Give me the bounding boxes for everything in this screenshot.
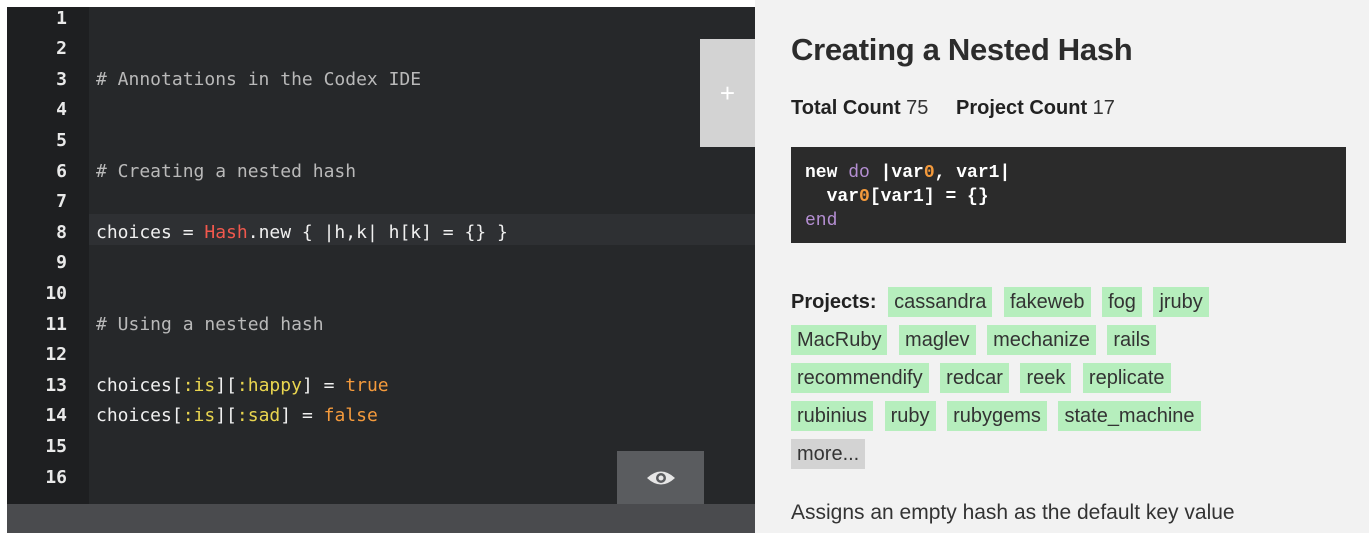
total-count-label: Total Count <box>791 97 901 119</box>
project-tag[interactable]: MacRuby <box>791 325 888 355</box>
line-number: 3 <box>56 69 67 90</box>
toggle-annotations-button[interactable] <box>617 451 704 504</box>
project-tag[interactable]: fakeweb <box>1004 287 1091 317</box>
code-token: ][ <box>215 405 237 426</box>
code-token-symbol: :happy <box>236 375 302 396</box>
code-comment[interactable]: # Annotations in the Codex IDE <box>96 65 421 95</box>
project-tag[interactable]: reek <box>1020 363 1072 393</box>
project-tag[interactable]: fog <box>1102 287 1142 317</box>
snippet-token: new <box>805 163 849 183</box>
project-tag[interactable]: rubygems <box>947 401 1047 431</box>
code-line-8[interactable]: choices = Hash.new { |h,k| h[k] = {} } <box>96 218 508 248</box>
editor-status-bar <box>7 504 755 533</box>
line-number: 15 <box>45 436 67 457</box>
more-projects-button[interactable]: more... <box>791 439 866 469</box>
line-number: 10 <box>45 283 67 304</box>
project-tag[interactable]: redcar <box>940 363 1009 393</box>
projects-label: Projects: <box>791 291 877 313</box>
plus-icon: + <box>719 77 736 108</box>
project-tag[interactable]: mechanize <box>987 325 1096 355</box>
code-token: .new { |h,k| h[k] = {} } <box>247 222 508 243</box>
line-number: 4 <box>56 99 67 120</box>
code-editor[interactable]: 1 2 3 4 5 6 7 8 9 10 11 12 13 14 15 16 #… <box>0 0 755 533</box>
line-number: 12 <box>45 344 67 365</box>
line-number: 7 <box>56 191 67 212</box>
project-tag[interactable]: maglev <box>899 325 976 355</box>
project-tag[interactable]: state_machine <box>1058 401 1201 431</box>
project-tag[interactable]: rails <box>1107 325 1157 355</box>
project-count-label: Project Count <box>955 97 1088 119</box>
line-number: 5 <box>56 130 67 151</box>
snippet-number: 0 <box>859 187 870 207</box>
projects-list: Projects: cassandra fakeweb fog jruby Ma… <box>791 283 1351 473</box>
code-token: ][ <box>215 375 237 396</box>
snippet-keyword: end <box>805 211 838 231</box>
total-count-value: 75 <box>906 97 929 119</box>
project-tag[interactable]: rubinius <box>791 401 874 431</box>
code-token: choices[ <box>96 405 183 426</box>
code-comment[interactable]: # Creating a nested hash <box>96 157 356 187</box>
code-token-symbol: :sad <box>236 405 281 426</box>
code-line-13[interactable]: choices[:is][:happy] = true <box>96 371 389 401</box>
code-token-boolean: true <box>345 375 389 396</box>
snippet-token: |var <box>869 163 924 183</box>
line-number: 8 <box>56 222 67 243</box>
code-token-boolean: false <box>323 405 378 426</box>
line-number: 2 <box>56 38 67 59</box>
project-tag[interactable]: jruby <box>1153 287 1209 317</box>
panel-title: Creating a Nested Hash <box>791 32 1133 67</box>
annotation-panel: Creating a Nested Hash Total Count 75 Pr… <box>755 0 1369 533</box>
line-number: 16 <box>45 467 67 488</box>
line-number: 6 <box>56 161 67 182</box>
snippet-token: [var1] = {} <box>869 187 989 207</box>
code-comment[interactable]: # Using a nested hash <box>96 310 324 340</box>
code-token: ] = <box>301 375 346 396</box>
line-number: 9 <box>56 252 67 273</box>
code-token-symbol: :is <box>182 405 216 426</box>
snippet-token: var <box>805 187 860 207</box>
eye-icon <box>646 471 675 484</box>
line-number: 13 <box>45 375 67 396</box>
project-count-value: 17 <box>1092 97 1115 119</box>
snippet-number: 0 <box>923 163 935 183</box>
annotation-description: Assigns an empty hash as the default key… <box>791 501 1235 524</box>
project-tag[interactable]: replicate <box>1082 363 1171 393</box>
code-token: ] = <box>280 405 324 426</box>
line-number: 14 <box>45 405 67 426</box>
line-number: 11 <box>45 314 67 335</box>
add-annotation-button[interactable]: + <box>700 39 755 147</box>
line-number: 1 <box>56 8 67 29</box>
project-tag[interactable]: recommendify <box>791 363 929 393</box>
code-snippet: new do |var0, var1| var0[var1] = {} end <box>791 147 1346 243</box>
counts-row: Total Count 75 Project Count 17 <box>791 97 1137 120</box>
code-token-symbol: :is <box>182 375 216 396</box>
snippet-keyword: do <box>848 163 870 183</box>
code-line-14[interactable]: choices[:is][:sad] = false <box>96 401 378 431</box>
project-tag[interactable]: ruby <box>884 401 936 431</box>
snippet-token: , var1| <box>934 163 1011 183</box>
project-tag[interactable]: cassandra <box>888 287 993 317</box>
code-token: choices = <box>96 222 205 243</box>
code-token: choices[ <box>96 375 183 396</box>
code-token-class: Hash <box>204 222 248 243</box>
